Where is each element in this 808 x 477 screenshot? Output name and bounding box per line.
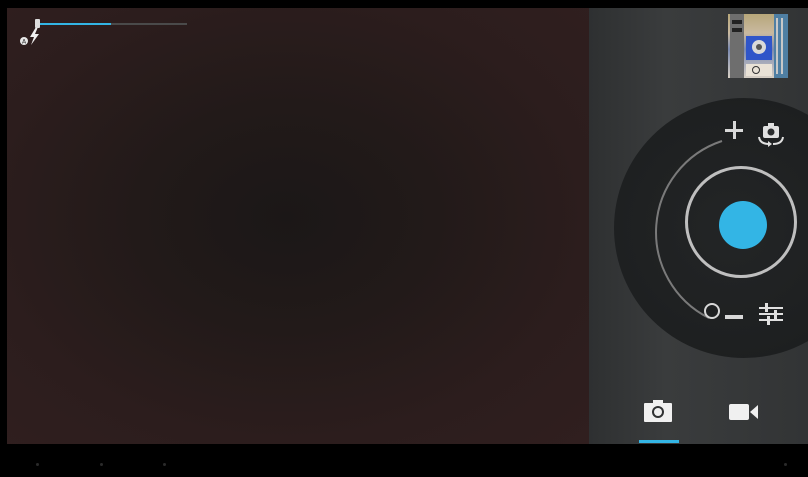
nav-menu-icon[interactable] <box>784 463 787 466</box>
nav-home-icon[interactable] <box>100 463 103 466</box>
camera-app: A <box>7 8 808 444</box>
system-navigation-bar <box>0 444 808 477</box>
camera-icon[interactable] <box>644 400 672 422</box>
camera-control-panel <box>589 8 808 444</box>
exposure-slider[interactable] <box>35 19 187 28</box>
viewfinder[interactable]: A <box>7 8 589 444</box>
shutter-button[interactable] <box>719 201 767 249</box>
exposure-slider-fill <box>35 23 111 25</box>
exposure-slider-knob[interactable] <box>35 19 40 28</box>
video-camera-icon[interactable] <box>729 402 759 422</box>
zoom-slider-knob[interactable] <box>704 303 720 319</box>
nav-back-icon[interactable] <box>36 463 39 466</box>
active-mode-indicator <box>639 440 679 443</box>
zoom-plus-icon[interactable] <box>724 120 744 140</box>
auto-flash-icon[interactable]: A <box>19 26 43 46</box>
settings-sliders-icon[interactable] <box>758 302 784 326</box>
nav-recents-icon[interactable] <box>163 463 166 466</box>
last-photo-thumbnail[interactable] <box>728 14 788 78</box>
zoom-minus-icon[interactable] <box>725 315 743 319</box>
switch-camera-icon[interactable] <box>757 122 785 148</box>
